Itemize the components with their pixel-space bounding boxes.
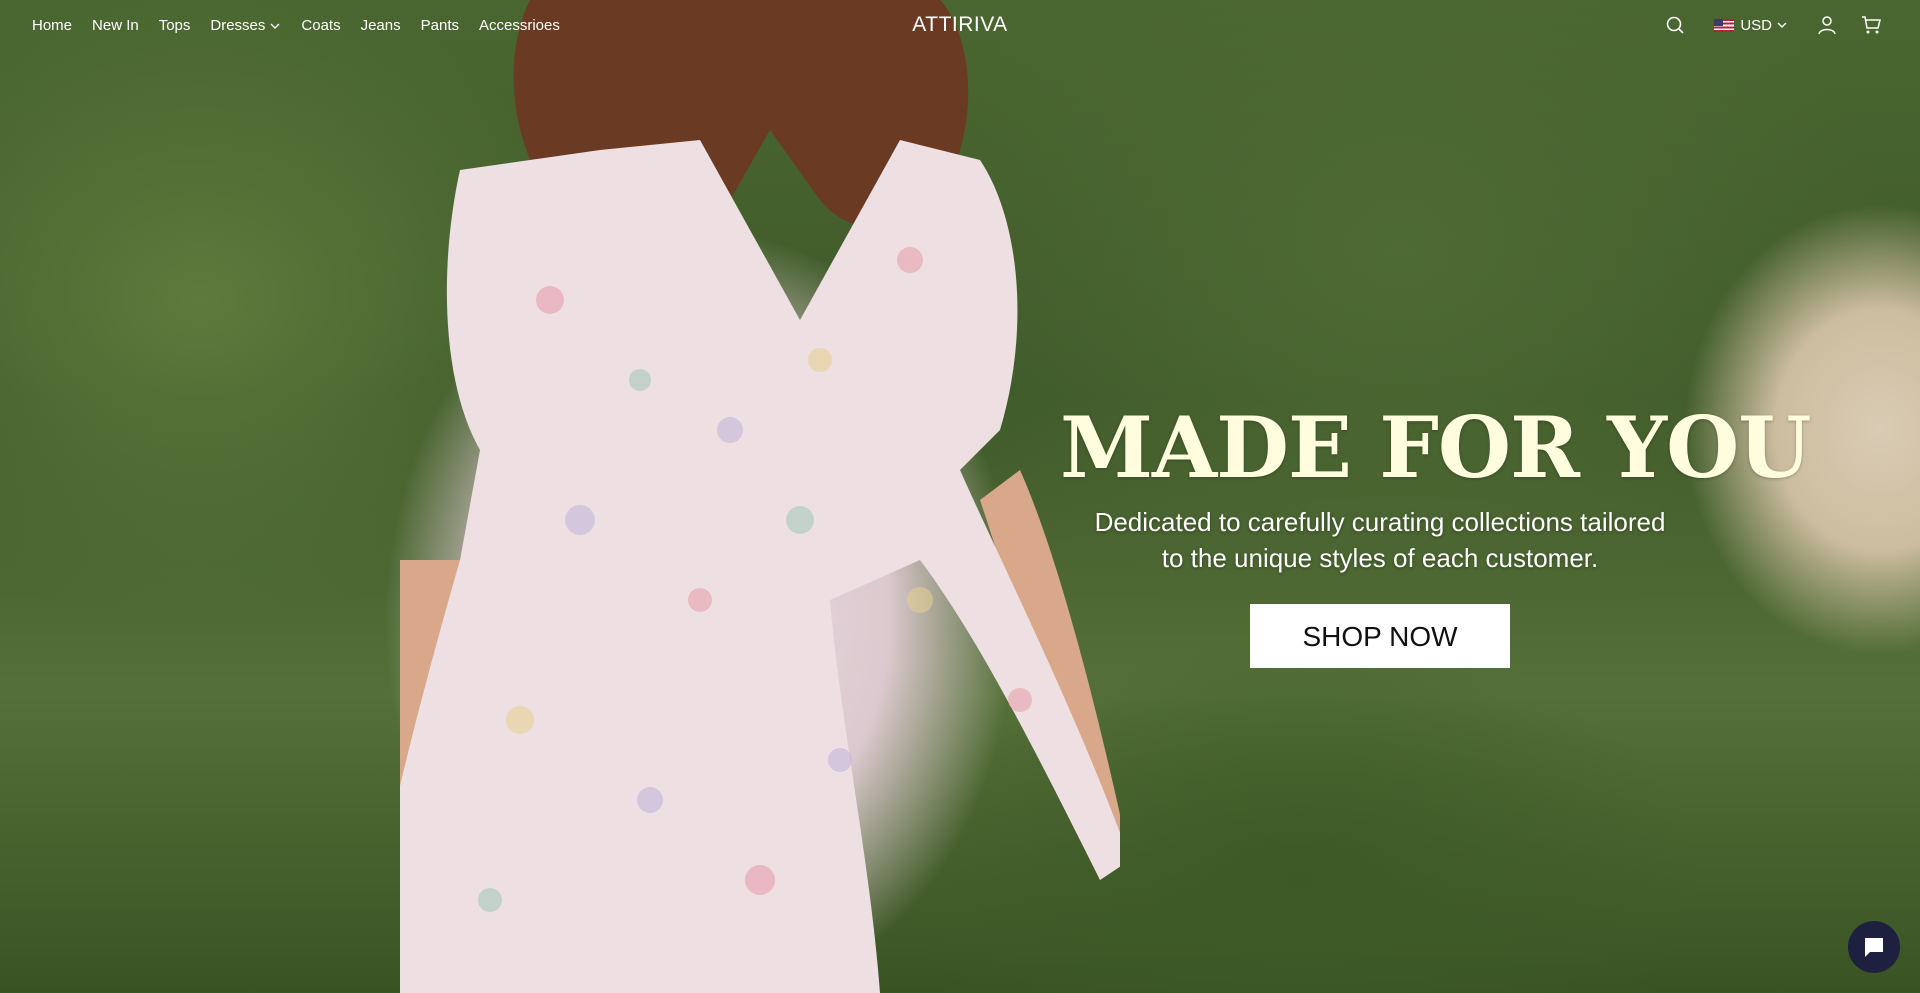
search-icon[interactable] — [1664, 14, 1686, 36]
logo-container: ATTIRIVA — [0, 13, 1920, 37]
hero-subtitle: Dedicated to carefully curating collecti… — [1094, 507, 1666, 573]
site-logo[interactable]: ATTIRIVA — [912, 13, 1007, 36]
chat-button[interactable] — [1848, 921, 1900, 973]
currency-label: USD — [1740, 16, 1772, 34]
hero-headline: MADE FOR YOU — [1060, 398, 1812, 497]
header-utilities: USD — [1664, 14, 1882, 36]
us-flag-icon — [1714, 18, 1735, 32]
cart-icon[interactable] — [1860, 14, 1882, 36]
shop-now-button[interactable]: SHOP NOW — [1250, 604, 1510, 668]
site-header: Home New In Tops Dresses Coats Jeans Pan… — [0, 0, 1920, 52]
chat-icon — [1865, 938, 1883, 957]
chevron-down-icon — [1777, 22, 1787, 28]
currency-selector[interactable]: USD — [1714, 17, 1788, 34]
hero-model-image — [400, 0, 1120, 993]
hero-banner: Home New In Tops Dresses Coats Jeans Pan… — [0, 0, 1920, 993]
user-icon[interactable] — [1816, 14, 1838, 36]
hero-content: MADE FOR YOU Dedicated to carefully cura… — [1060, 398, 1812, 668]
